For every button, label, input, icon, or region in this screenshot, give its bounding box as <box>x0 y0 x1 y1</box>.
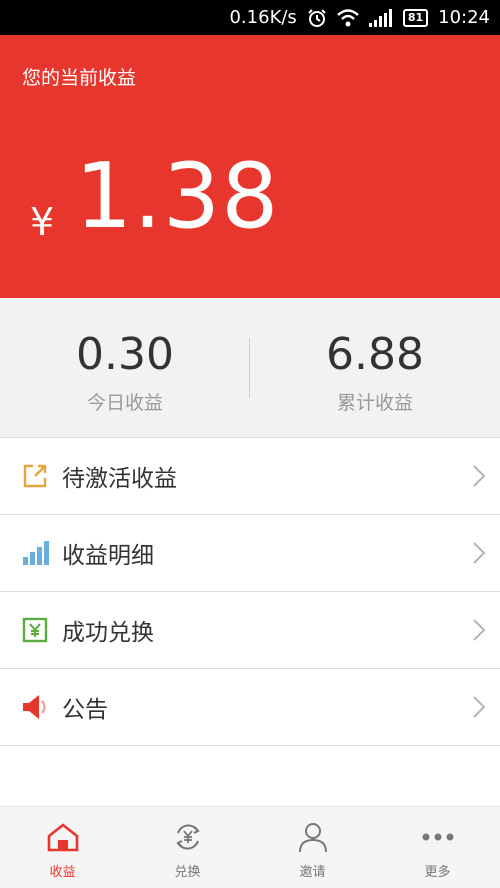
yen-icon <box>20 615 50 645</box>
wifi-icon <box>337 8 359 27</box>
nav-tab-more[interactable]: 更多 <box>375 807 500 888</box>
total-earnings-value: 6.88 <box>326 329 424 380</box>
clock-time: 10:24 <box>438 7 490 28</box>
hero-title: 您的当前收益 <box>22 67 137 89</box>
external-link-icon <box>20 461 50 491</box>
menu-item-earnings-detail[interactable]: 收益明细 <box>0 515 500 592</box>
menu-list: 待激活收益 收益明细 成功兑换 公告 <box>0 438 500 746</box>
currency-symbol: ¥ <box>30 200 55 244</box>
total-earnings-label: 累计收益 <box>336 392 413 414</box>
chevron-right-icon <box>473 696 486 718</box>
status-bar: 0.16K/s 81 10:24 <box>0 0 500 35</box>
bottom-navigation: 收益 兑换 邀请 更多 <box>0 806 500 888</box>
earnings-header: 您的当前收益 ¥ 1.38 <box>0 35 500 298</box>
current-earnings-amount: 1.38 <box>75 144 280 249</box>
battery-icon: 81 <box>402 8 429 27</box>
nav-tab-exchange[interactable]: 兑换 <box>125 807 250 888</box>
nav-label: 兑换 <box>174 865 201 880</box>
earnings-stats: 0.30 今日收益 6.88 累计收益 <box>0 298 500 438</box>
stats-divider <box>249 338 250 398</box>
today-earnings-label: 今日收益 <box>86 392 163 414</box>
nav-tab-earnings[interactable]: 收益 <box>0 807 125 888</box>
chevron-right-icon <box>473 542 486 564</box>
speaker-icon <box>20 692 50 722</box>
home-icon <box>45 819 81 855</box>
nav-tab-invite[interactable]: 邀请 <box>250 807 375 888</box>
nav-label: 收益 <box>49 865 76 880</box>
today-earnings-value: 0.30 <box>76 329 174 380</box>
signal-icon <box>368 8 393 27</box>
nav-label: 邀请 <box>299 865 326 880</box>
chevron-right-icon <box>473 619 486 641</box>
menu-label: 收益明细 <box>62 543 154 569</box>
menu-label: 成功兑换 <box>62 620 154 646</box>
more-icon <box>420 819 456 855</box>
chevron-right-icon <box>473 465 486 487</box>
network-speed: 0.16K/s <box>229 7 297 28</box>
today-earnings: 0.30 今日收益 <box>0 298 250 437</box>
alarm-icon <box>307 8 327 28</box>
total-earnings: 6.88 累计收益 <box>250 298 500 437</box>
menu-label: 公告 <box>62 697 108 723</box>
nav-label: 更多 <box>424 865 451 880</box>
menu-item-successful-exchange[interactable]: 成功兑换 <box>0 592 500 669</box>
person-icon <box>295 819 331 855</box>
exchange-icon <box>170 819 206 855</box>
menu-label: 待激活收益 <box>62 466 177 492</box>
menu-item-announcement[interactable]: 公告 <box>0 669 500 746</box>
bar-chart-icon <box>20 538 50 568</box>
menu-item-pending-earnings[interactable]: 待激活收益 <box>0 438 500 515</box>
